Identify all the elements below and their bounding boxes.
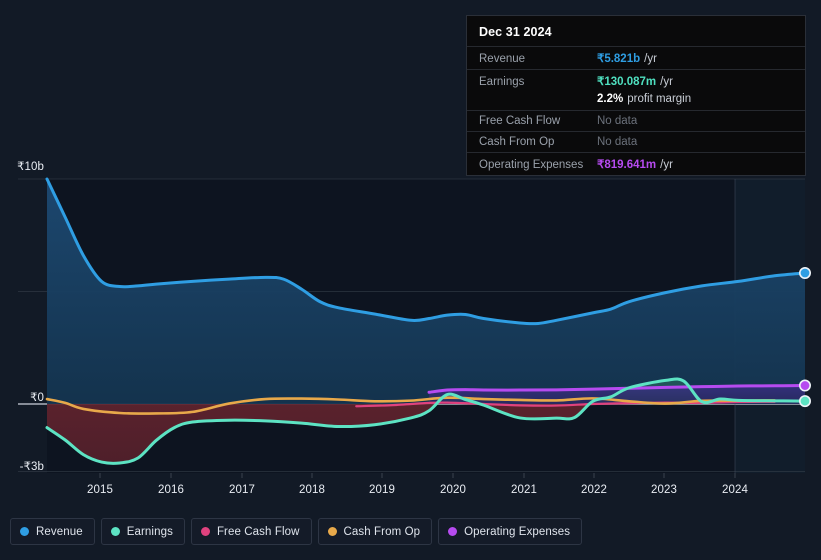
chart-tooltip: Dec 31 2024 Revenue ₹5.821b/yr Earnings ₹13… — [466, 15, 806, 176]
tooltip-row-value: ₹5.821b — [597, 53, 641, 65]
chart-legend[interactable]: Revenue Earnings Free Cash Flow Cash From O… — [10, 518, 583, 545]
chart-screen: ₹10b ₹0 -₹3b 2015 2016 2017 2018 2019 2020 2021 2… — [0, 0, 821, 560]
tooltip-row-label: Revenue — [479, 53, 526, 65]
legend-color-dot-icon — [110, 527, 120, 536]
x-axis-tick: 2019 — [369, 484, 395, 496]
tooltip-row-value: ₹819.641m — [597, 159, 657, 171]
legend-item-revenue[interactable]: Revenue — [10, 518, 95, 545]
tooltip-row: Free Cash Flow No data — [467, 110, 805, 131]
legend-color-dot-icon — [200, 527, 210, 536]
legend-item-cash-from-op[interactable]: Cash From Op — [317, 518, 433, 545]
tooltip-rows: Revenue ₹5.821b/yr Earnings ₹130.087m/yr 2.2… — [467, 46, 805, 175]
tooltip-row-unit: /yr — [644, 53, 657, 65]
operating-expenses-end-marker — [798, 379, 811, 392]
tooltip-row-unit: profit margin — [627, 93, 692, 105]
x-axis-tick: 2020 — [440, 484, 466, 496]
tooltip-row: Revenue ₹5.821b/yr — [467, 46, 805, 69]
tooltip-row: Operating Expenses ₹819.641m/yr — [467, 152, 805, 175]
legend-item-label: Earnings — [126, 525, 173, 538]
tooltip-row-unit: /yr — [660, 159, 673, 171]
legend-color-dot-icon — [448, 527, 458, 536]
x-axis-tick: 2021 — [511, 484, 537, 496]
legend-item-operating-expenses[interactable]: Operating Expenses — [438, 518, 583, 545]
x-axis-tick: 2015 — [87, 484, 113, 496]
tooltip-row: Earnings ₹130.087m/yr — [467, 69, 805, 92]
legend-color-dot-icon — [20, 527, 29, 536]
tooltip-row-value: ₹130.087m — [597, 76, 657, 88]
legend-item-label: Cash From Op — [343, 525, 421, 538]
legend-item-label: Operating Expenses — [464, 525, 571, 538]
legend-item-label: Revenue — [36, 525, 83, 538]
tooltip-row: Cash From Op No data — [467, 131, 805, 152]
tooltip-row-label: Earnings — [479, 76, 525, 88]
revenue-end-marker — [798, 267, 811, 280]
x-axis-tick: 2017 — [229, 484, 255, 496]
x-axis-tick: 2018 — [299, 484, 325, 496]
y-axis-tick: -₹3b — [19, 461, 44, 473]
legend-color-dot-icon — [327, 527, 337, 536]
x-axis-tick: 2024 — [722, 484, 748, 496]
legend-item-earnings[interactable]: Earnings — [100, 518, 185, 545]
tooltip-row-label: Cash From Op — [479, 136, 555, 148]
earnings-end-marker — [798, 395, 811, 408]
x-axis-tick: 2023 — [651, 484, 677, 496]
tooltip-row-label: Operating Expenses — [479, 159, 584, 171]
tooltip-row-value: No data — [597, 115, 638, 127]
x-axis-tick: 2016 — [158, 484, 184, 496]
tooltip-row: 2.2% profit margin — [467, 92, 805, 110]
tooltip-date: Dec 31 2024 — [479, 25, 552, 39]
tooltip-row-value: No data — [597, 136, 638, 148]
y-axis-tick: ₹0 — [30, 392, 44, 404]
legend-item-label: Free Cash Flow — [216, 525, 300, 538]
x-axis-tick: 2022 — [581, 484, 607, 496]
tooltip-row-unit: /yr — [660, 76, 673, 88]
tooltip-row-label: Free Cash Flow — [479, 115, 561, 127]
y-axis-tick: ₹10b — [17, 161, 44, 173]
tooltip-row-value: 2.2% — [597, 93, 624, 105]
legend-item-free-cash-flow[interactable]: Free Cash Flow — [190, 518, 312, 545]
